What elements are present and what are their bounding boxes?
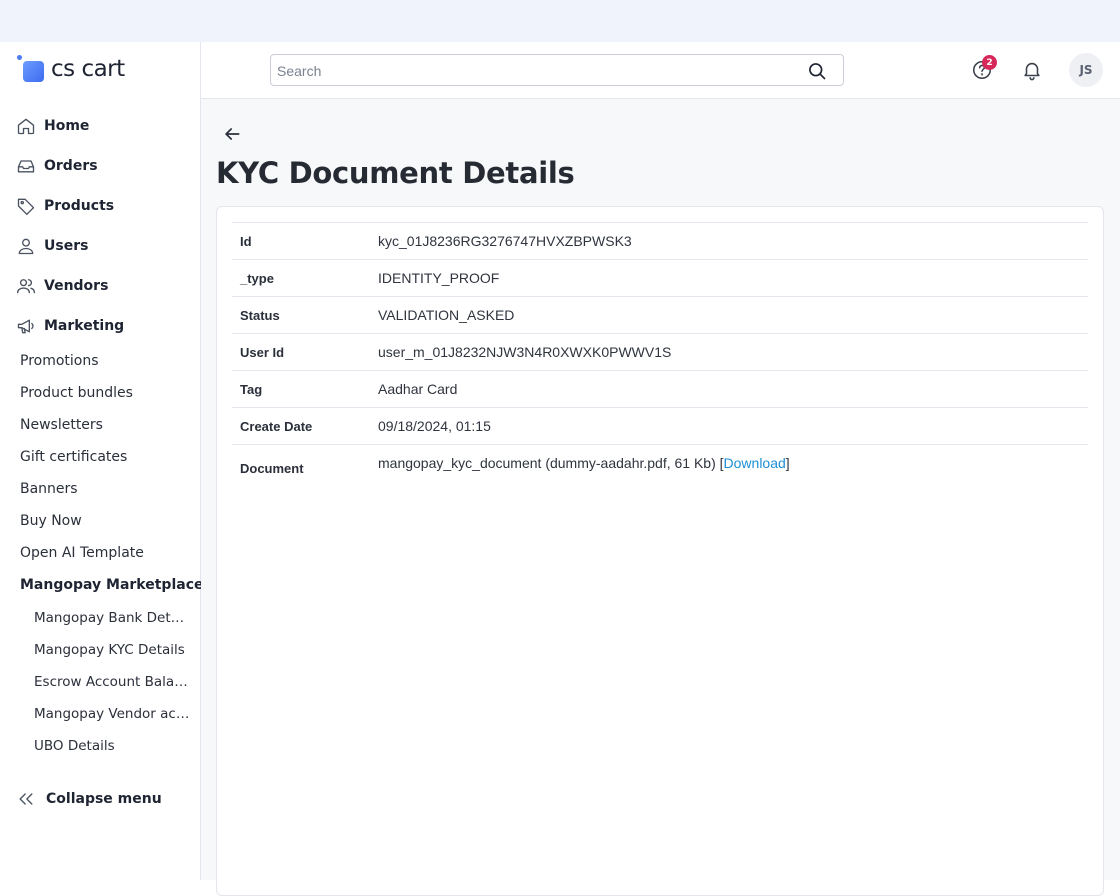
chevrons-left-icon [19,793,33,805]
sidebar-item-label: Home [44,118,90,134]
table-row: User Id user_m_01J8232NJW3N4R0XWXK0PWWV1S [232,333,1088,371]
table-row: Tag Aadhar Card [232,370,1088,408]
sidebar-subitem-ubo-details[interactable]: UBO Details [34,738,192,754]
logo-text: cs cart [51,56,125,82]
table-row: Status VALIDATION_ASKED [232,296,1088,334]
sidebar-item-orders[interactable]: Orders [16,152,98,180]
sidebar-item-label: Products [44,198,115,214]
sidebar: cs cart Home Orders Products Users Vendo… [0,42,204,880]
search-box [270,54,844,86]
top-header: 2 JS [201,42,1120,99]
main-content: KYC Document Details Id kyc_01J8236RG3276… [201,99,1120,896]
field-key: User Id [240,344,285,360]
tag-icon [17,198,35,215]
users-icon [17,279,35,294]
page-title: KYC Document Details [216,156,575,190]
megaphone-icon [17,319,34,334]
avatar[interactable]: JS [1069,53,1103,87]
field-value: user_m_01J8232NJW3N4R0XWXK0PWWV1S [378,344,672,360]
sidebar-subitem-gift-certificates[interactable]: Gift certificates [20,449,127,465]
field-value: VALIDATION_ASKED [378,307,515,323]
sidebar-item-users[interactable]: Users [16,232,88,260]
document-text: mangopay_kyc_document (dummy-aadahr.pdf,… [378,455,724,471]
table-row: Create Date 09/18/2024, 01:15 [232,407,1088,445]
sidebar-subitem-escrow-account-balance[interactable]: Escrow Account Balance [34,674,192,690]
document-suffix: ] [785,455,790,471]
field-value: mangopay_kyc_document (dummy-aadahr.pdf,… [378,445,1088,491]
sidebar-item-label: Vendors [44,278,109,294]
sidebar-item-label: Users [44,238,89,254]
field-value: kyc_01J8236RG3276747HVXZBPWSK3 [378,233,632,249]
logo[interactable]: cs cart [17,54,125,84]
back-arrow-icon[interactable] [222,124,242,144]
field-value: Aadhar Card [378,381,458,397]
field-value: 09/18/2024, 01:15 [378,418,491,434]
field-key: Document [240,461,304,476]
details-table: Id kyc_01J8236RG3276747HVXZBPWSK3 _type IDE… [232,222,1088,491]
inbox-icon [17,160,35,173]
sidebar-item-vendors[interactable]: Vendors [16,272,108,300]
field-key: Create Date [240,418,313,434]
sidebar-item-label: Orders [44,158,98,174]
field-key: Status [240,307,280,323]
search-input[interactable] [277,61,797,81]
sidebar-item-home[interactable]: Home [16,112,89,140]
sidebar-subitem-mangopay-vendor-accounts[interactable]: Mangopay Vendor accounts [34,706,192,722]
sidebar-item-marketing[interactable]: Marketing [16,312,124,340]
bell-icon[interactable] [1021,59,1043,81]
field-value: IDENTITY_PROOF [378,270,500,286]
help-badge: 2 [982,55,997,70]
sidebar-subitem-buy-now[interactable]: Buy Now [20,513,82,529]
sidebar-subitem-promotions[interactable]: Promotions [20,353,99,369]
table-row: _type IDENTITY_PROOF [232,259,1088,297]
collapse-menu-button[interactable]: Collapse menu [16,788,162,810]
download-link[interactable]: Download [724,455,786,471]
table-row: Document mangopay_kyc_document (dummy-aa… [232,444,1088,491]
sidebar-subitem-mangopay-kyc-details[interactable]: Mangopay KYC Details [34,642,192,658]
home-icon [17,118,35,135]
collapse-menu-label: Collapse menu [46,791,162,807]
field-key: _type [240,270,274,286]
table-row: Id kyc_01J8236RG3276747HVXZBPWSK3 [232,222,1088,260]
sidebar-item-products[interactable]: Products [16,192,114,220]
field-key: Tag [240,381,263,397]
sidebar-subitem-banners[interactable]: Banners [20,481,78,497]
user-icon [18,238,34,255]
top-strip [0,0,1120,42]
sidebar-item-label: Marketing [44,318,125,334]
sidebar-subitem-newsletters[interactable]: Newsletters [20,417,103,433]
logo-icon [17,55,45,83]
sidebar-subitem-product-bundles[interactable]: Product bundles [20,385,133,401]
field-key: Id [240,233,252,249]
search-icon[interactable] [807,61,827,81]
details-card: Id kyc_01J8236RG3276747HVXZBPWSK3 _type IDE… [216,206,1104,896]
sidebar-subitem-mangopay-bank-details[interactable]: Mangopay Bank Details [34,610,192,626]
sidebar-subitem-open-ai-template[interactable]: Open AI Template [20,545,144,561]
sidebar-subitem-mangopay-marketplace[interactable]: Mangopay Marketplace [20,577,204,593]
